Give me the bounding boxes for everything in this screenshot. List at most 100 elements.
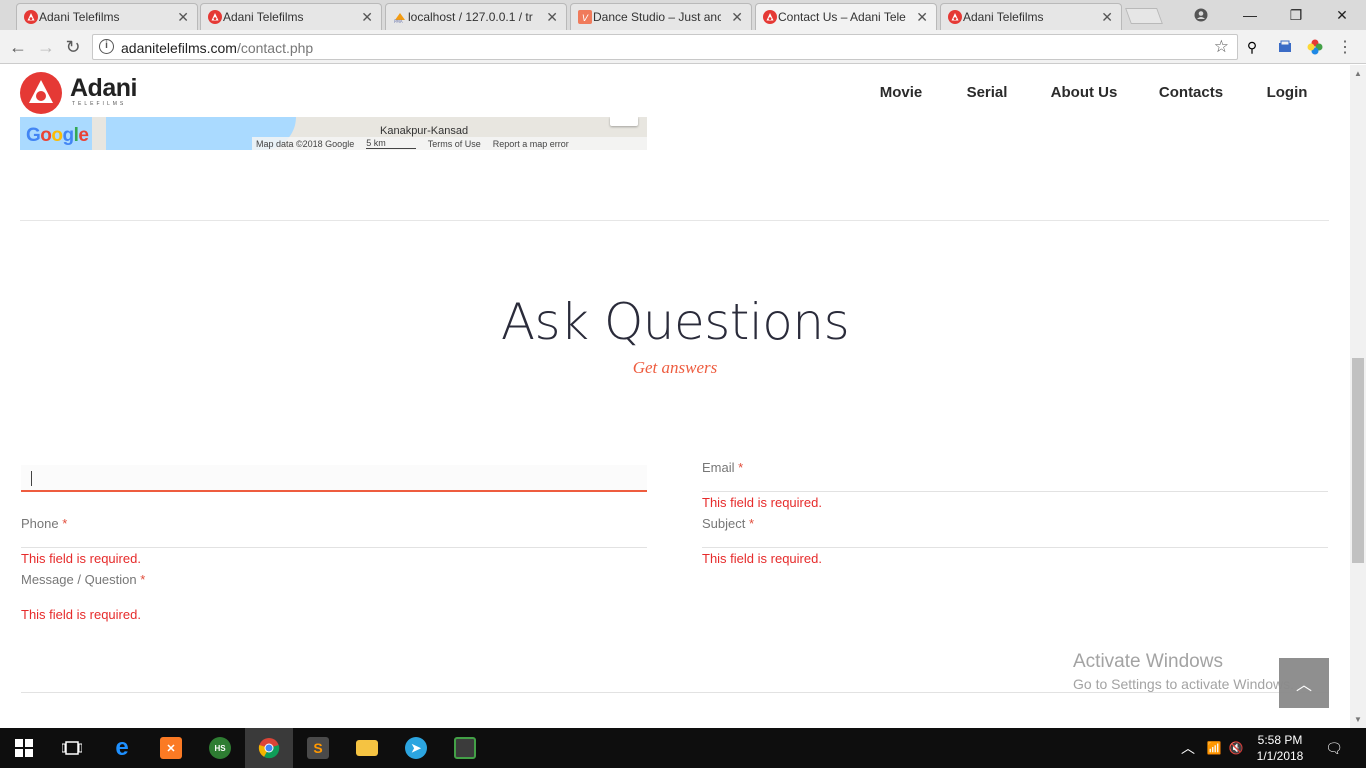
section-subtitle: Get answers <box>632 358 718 377</box>
tab-label: Contact Us – Adani Tele <box>778 10 906 24</box>
name-field[interactable] <box>21 465 647 492</box>
map-terms-link[interactable]: Terms of Use <box>428 139 481 149</box>
clock-date: 1/1/2018 <box>1256 749 1304 763</box>
info-icon[interactable]: i <box>99 39 114 54</box>
xampp-icon: ✕ <box>160 737 182 759</box>
browser-tab-active[interactable]: Contact Us – Adani Tele ✕ <box>755 3 937 30</box>
nav-home[interactable]: Home <box>774 77 854 107</box>
phone-field[interactable]: Phone * This field is required. <box>21 516 647 576</box>
taskbar-file-explorer[interactable] <box>343 728 391 768</box>
nav-login[interactable]: Login <box>1258 77 1316 107</box>
taskbar-utility[interactable] <box>441 728 489 768</box>
tab-label: Dance Studio – Just anc <box>593 10 721 24</box>
nav-about-us[interactable]: About Us <box>1043 77 1125 107</box>
taskbar-chrome[interactable] <box>245 728 293 768</box>
new-tab-button[interactable] <box>1125 8 1163 24</box>
email-field[interactable]: Email * This field is required. <box>702 460 1328 520</box>
page-scrollbar[interactable]: ▲ ▼ <box>1350 65 1366 728</box>
tab-close-icon[interactable]: ✕ <box>177 9 189 26</box>
nav-serial[interactable]: Serial <box>955 77 1019 107</box>
subject-field[interactable]: Subject * This field is required. <box>702 516 1328 576</box>
tab-close-icon[interactable]: ✕ <box>916 9 928 26</box>
nav-contacts[interactable]: Contacts <box>1150 77 1232 107</box>
tray-chevron-icon[interactable]: ︿ <box>1178 728 1198 768</box>
scroll-up-arrow-icon[interactable]: ▲ <box>1354 69 1362 78</box>
start-button[interactable] <box>0 728 48 768</box>
scroll-to-top-button[interactable]: ︿ <box>1279 658 1329 708</box>
nav-movie[interactable]: Movie <box>868 77 934 107</box>
tab-label: Adani Telefilms <box>39 10 120 24</box>
taskbar-clock[interactable]: 5:58 PM 1/1/2018 <box>1246 732 1314 764</box>
adani-logo-icon <box>20 72 62 114</box>
bookmark-star-icon[interactable]: ☆ <box>1214 37 1229 57</box>
map-zoom-control[interactable] <box>610 117 638 126</box>
tab-close-icon[interactable]: ✕ <box>361 9 373 26</box>
profile-icon[interactable] <box>1178 0 1224 30</box>
task-view-button[interactable] <box>48 728 96 768</box>
svg-text:V: V <box>582 14 589 24</box>
restore-button[interactable]: ❐ <box>1273 0 1319 30</box>
email-underline <box>702 491 1328 492</box>
tab-close-icon[interactable]: ✕ <box>1101 9 1113 26</box>
required-mark: * <box>749 516 755 531</box>
close-window-button[interactable]: ✕ <box>1319 0 1365 30</box>
svg-text:PMA: PMA <box>394 19 403 24</box>
tab-close-icon[interactable]: ✕ <box>731 9 743 26</box>
adani-favicon-icon <box>24 10 38 24</box>
required-mark: * <box>140 572 146 587</box>
email-error: This field is required. <box>702 495 822 510</box>
adani-favicon-icon <box>948 10 962 24</box>
tab-close-icon[interactable]: ✕ <box>546 9 558 26</box>
section-title-text: Ask Questions <box>500 293 850 351</box>
phone-label-text: Phone <box>21 516 59 531</box>
browser-tab[interactable]: Adani Telefilms ✕ <box>16 3 198 30</box>
volume-muted-icon[interactable]: 🔇 <box>1226 728 1246 768</box>
url-text[interactable]: adanitelefilms.com/contact.php <box>121 40 313 56</box>
back-icon[interactable]: ← <box>8 37 28 57</box>
taskbar-sublime[interactable]: S <box>294 728 342 768</box>
watermark-subtitle: Go to Settings to activate Windows. <box>1073 676 1294 692</box>
browser-tab[interactable]: Adani Telefilms ✕ <box>940 3 1122 30</box>
text-caret <box>31 471 32 486</box>
map-place-label: Kanakpur-Kansad <box>380 125 469 137</box>
address-bar[interactable]: i adanitelefilms.com/contact.php ☆ <box>92 34 1238 60</box>
browser-tab[interactable]: Adani Telefilms ✕ <box>200 3 382 30</box>
send-message-button[interactable]: SEND MESSAGE <box>26 715 162 728</box>
map-data-text: Map data ©2018 Google <box>256 138 355 149</box>
browser-tab[interactable]: V Dance Studio – Just anc ✕ <box>570 3 752 30</box>
site-header: Adani TELEFILMS Home Movie Serial About … <box>0 65 1350 117</box>
studio-favicon-icon: V <box>578 10 592 24</box>
windows-taskbar: e ✕ HS S ➤ ︿ 📶 🔇 5:58 PM 1/1/2018 🗨 <box>0 728 1366 768</box>
map-report-link[interactable]: Report a map error <box>493 139 569 149</box>
browser-tab[interactable]: PMA localhost / 127.0.0.1 / tr ✕ <box>385 3 567 30</box>
minimize-button[interactable]: — <box>1227 0 1273 30</box>
taskbar-edge[interactable]: e <box>98 728 146 768</box>
phone-error: This field is required. <box>21 551 141 566</box>
taskbar-hs[interactable]: HS <box>196 728 244 768</box>
scroll-down-arrow-icon[interactable]: ▼ <box>1354 715 1362 724</box>
action-center-icon[interactable]: 🗨 <box>1322 728 1346 768</box>
windows-logo-icon <box>15 739 33 757</box>
google-map[interactable]: Google Kanakpur-Kansad Map data ©2018 Go… <box>20 117 647 150</box>
adani-favicon-icon <box>208 10 222 24</box>
tab-label: Adani Telefilms <box>963 10 1044 24</box>
brand-name: Adani <box>70 74 137 102</box>
hs-app-icon: HS <box>209 737 231 759</box>
taskbar-xampp[interactable]: ✕ <box>147 728 195 768</box>
chrome-menu-icon[interactable]: ⋮ <box>1336 38 1354 56</box>
page-viewport: Google Kanakpur-Kansad Map data ©2018 Go… <box>0 65 1350 728</box>
site-logo[interactable]: Adani TELEFILMS <box>20 72 150 114</box>
taskbar-telegram[interactable]: ➤ <box>392 728 440 768</box>
browser-toolbar: ← → ↻ i adanitelefilms.com/contact.php ☆… <box>0 30 1366 64</box>
search-extension-icon[interactable]: ⚲ <box>1243 38 1261 56</box>
extension-icon[interactable] <box>1276 38 1294 56</box>
subject-underline <box>702 547 1328 548</box>
message-underline <box>21 692 1329 693</box>
scrollbar-thumb[interactable] <box>1352 358 1364 563</box>
reload-icon[interactable]: ↻ <box>63 37 83 57</box>
wifi-icon[interactable]: 📶 <box>1204 728 1224 768</box>
color-picker-extension-icon[interactable] <box>1306 38 1324 56</box>
chevron-up-icon: ︿ <box>1295 677 1312 694</box>
forward-icon[interactable]: → <box>36 37 56 57</box>
subject-label: Subject * <box>702 516 1328 531</box>
